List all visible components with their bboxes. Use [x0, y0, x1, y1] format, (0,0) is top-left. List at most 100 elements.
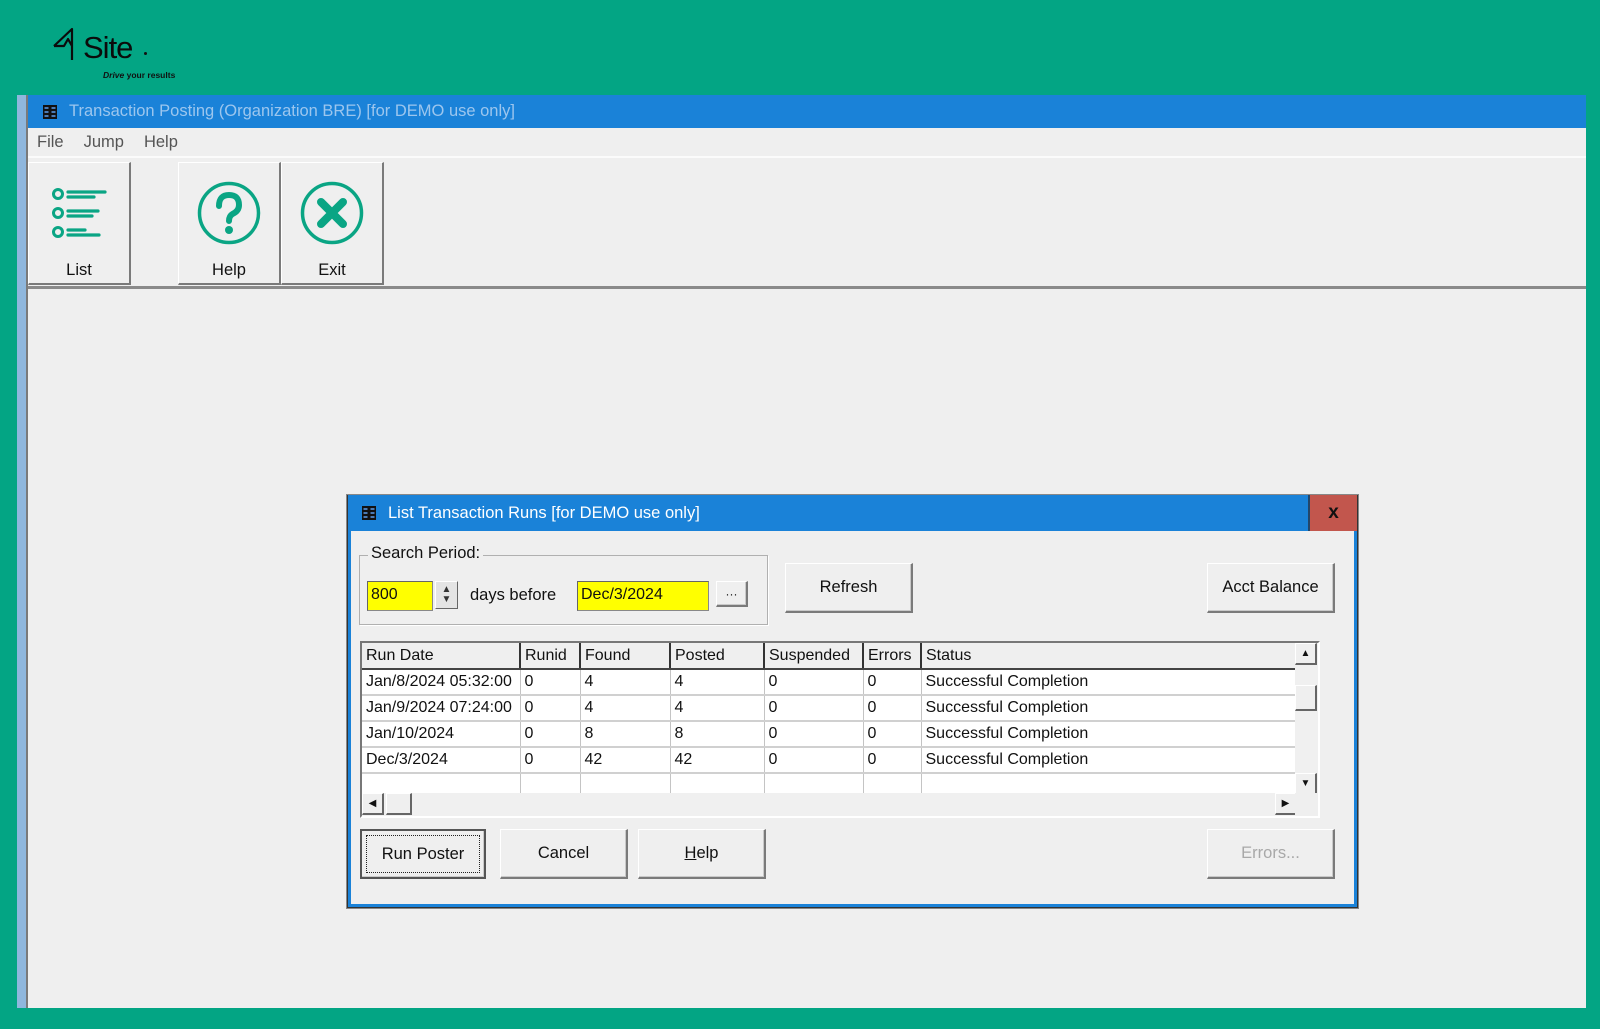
scroll-up-button[interactable]: ▲: [1295, 643, 1317, 665]
cell-found: 8: [580, 721, 671, 748]
dialog-help-button[interactable]: Help: [638, 829, 766, 879]
cell-errors: 0: [863, 669, 922, 696]
days-before-label: days before: [470, 586, 557, 604]
main-title-bar[interactable]: Transaction Posting (Organization BRE) […: [28, 95, 1586, 128]
help-button[interactable]: Help: [178, 162, 281, 285]
col-posted[interactable]: Posted: [670, 643, 765, 670]
col-runid[interactable]: Runid: [520, 643, 581, 670]
cell-empty: [362, 773, 521, 793]
cell-runid: 0: [520, 747, 581, 774]
tagline-emphasis: Drive: [103, 70, 125, 80]
brand-dot: [144, 52, 147, 55]
menu-help[interactable]: Help: [144, 133, 178, 152]
table-row[interactable]: Jan/8/2024 05:32:00 0 4 4 0 0 Successful Compl…: [362, 669, 1297, 696]
table-row[interactable]: Jan/9/2024 07:24:00 0 4 4 0 0 Successful Compl…: [362, 695, 1297, 722]
help-circle-icon: [197, 181, 261, 245]
scrollbar-corner: [1295, 793, 1318, 816]
help-rest: elp: [696, 844, 719, 862]
table-row[interactable]: Dec/3/2024 0 42 42 0 0 Successful Completion: [362, 747, 1297, 774]
run-poster-button[interactable]: Run Poster: [360, 829, 486, 879]
cell-posted: 4: [670, 695, 765, 722]
cell-empty: [670, 773, 765, 793]
site-logo: Site Drive your results: [52, 26, 192, 86]
help-mnemonic: H: [684, 844, 697, 862]
cell-runid: 0: [520, 695, 581, 722]
scroll-right-button[interactable]: ▶: [1275, 793, 1297, 815]
cell-run-date: Jan/8/2024 05:32:00: [362, 669, 521, 696]
refresh-button[interactable]: Refresh: [785, 563, 913, 613]
spinner-down-icon: ▼: [441, 594, 452, 605]
window-left-border: [17, 95, 28, 1008]
arrow-left-icon: ◀: [368, 798, 377, 809]
cell-found: 42: [580, 747, 671, 774]
date-input[interactable]: Dec/3/2024: [577, 581, 709, 611]
cell-status: Successful Completion: [921, 669, 1297, 696]
scroll-down-button[interactable]: ▼: [1295, 773, 1317, 795]
ellipsis-icon: ···: [725, 586, 738, 601]
cell-empty: [580, 773, 671, 793]
cell-status: Successful Completion: [921, 695, 1297, 722]
col-run-date[interactable]: Run Date: [362, 643, 521, 670]
scroll-left-button[interactable]: ◀: [362, 793, 384, 815]
arrow-up-icon: ▲: [1300, 648, 1311, 659]
cell-empty: [520, 773, 581, 793]
brand-name: Site: [83, 30, 133, 65]
close-button[interactable]: x: [1308, 495, 1357, 531]
exit-button[interactable]: Exit: [281, 162, 384, 285]
list-transaction-runs-dialog: List Transaction Runs [for DEMO use only…: [347, 495, 1358, 908]
close-icon: x: [1328, 502, 1339, 523]
exit-circle-icon: [300, 181, 364, 245]
menu-bar: File Jump Help: [28, 128, 1586, 158]
site-logo-icon: [53, 27, 74, 60]
cell-posted: 8: [670, 721, 765, 748]
menu-file[interactable]: File: [37, 133, 64, 152]
cell-errors: 0: [863, 747, 922, 774]
col-status[interactable]: Status: [921, 643, 1297, 670]
table-row[interactable]: Jan/10/2024 0 8 8 0 0 Successful Completion: [362, 721, 1297, 748]
col-errors[interactable]: Errors: [863, 643, 922, 670]
errors-button[interactable]: Errors...: [1207, 829, 1335, 879]
cell-status: Successful Completion: [921, 747, 1297, 774]
transaction-runs-table: Run Date Runid Found Posted Suspended Er…: [360, 641, 1320, 818]
cancel-button-label: Cancel: [537, 844, 590, 862]
horizontal-scroll-thumb[interactable]: [386, 793, 412, 815]
cell-posted: 4: [670, 669, 765, 696]
acct-balance-button-label: Acct Balance: [1222, 578, 1319, 596]
arrow-down-icon: ▼: [1300, 778, 1311, 789]
cell-errors: 0: [863, 695, 922, 722]
dialog-title: List Transaction Runs [for DEMO use only…: [388, 503, 700, 522]
search-period-legend: Search Period:: [368, 544, 484, 563]
cancel-button[interactable]: Cancel: [500, 829, 628, 879]
cell-runid: 0: [520, 669, 581, 696]
vertical-scrollbar[interactable]: ▲ ▼: [1295, 643, 1318, 795]
col-found[interactable]: Found: [580, 643, 671, 670]
refresh-button-label: Refresh: [819, 578, 878, 596]
cell-runid: 0: [520, 721, 581, 748]
search-period-group: Search Period: 800 ▲ ▼ days before Dec/3…: [359, 544, 768, 625]
cell-suspended: 0: [764, 695, 864, 722]
window-grid-icon: [43, 104, 57, 119]
cell-suspended: 0: [764, 721, 864, 748]
cell-suspended: 0: [764, 669, 864, 696]
date-picker-button[interactable]: ···: [716, 581, 748, 607]
cell-run-date: Jan/9/2024 07:24:00: [362, 695, 521, 722]
horizontal-scrollbar[interactable]: ◀ ▶: [362, 793, 1297, 816]
tagline-rest: your results: [126, 70, 176, 80]
vertical-scroll-thumb[interactable]: [1295, 685, 1317, 711]
list-button[interactable]: List: [28, 162, 131, 285]
days-input[interactable]: 800: [367, 581, 433, 611]
table-header-row: Run Date Runid Found Posted Suspended Er…: [362, 643, 1297, 670]
cell-found: 4: [580, 695, 671, 722]
window-grid-icon: [362, 506, 376, 520]
toolbar: List Help Exit: [28, 162, 1586, 289]
col-suspended[interactable]: Suspended: [764, 643, 864, 670]
cell-run-date: Jan/10/2024: [362, 721, 521, 748]
run-poster-button-label: Run Poster: [381, 844, 465, 863]
days-spinner[interactable]: ▲ ▼: [435, 581, 458, 609]
list-icon: [52, 188, 107, 238]
acct-balance-button[interactable]: Acct Balance: [1207, 563, 1335, 613]
menu-jump[interactable]: Jump: [84, 133, 124, 152]
cell-errors: 0: [863, 721, 922, 748]
dialog-title-bar[interactable]: List Transaction Runs [for DEMO use only…: [348, 495, 1357, 531]
cell-empty: [764, 773, 864, 793]
